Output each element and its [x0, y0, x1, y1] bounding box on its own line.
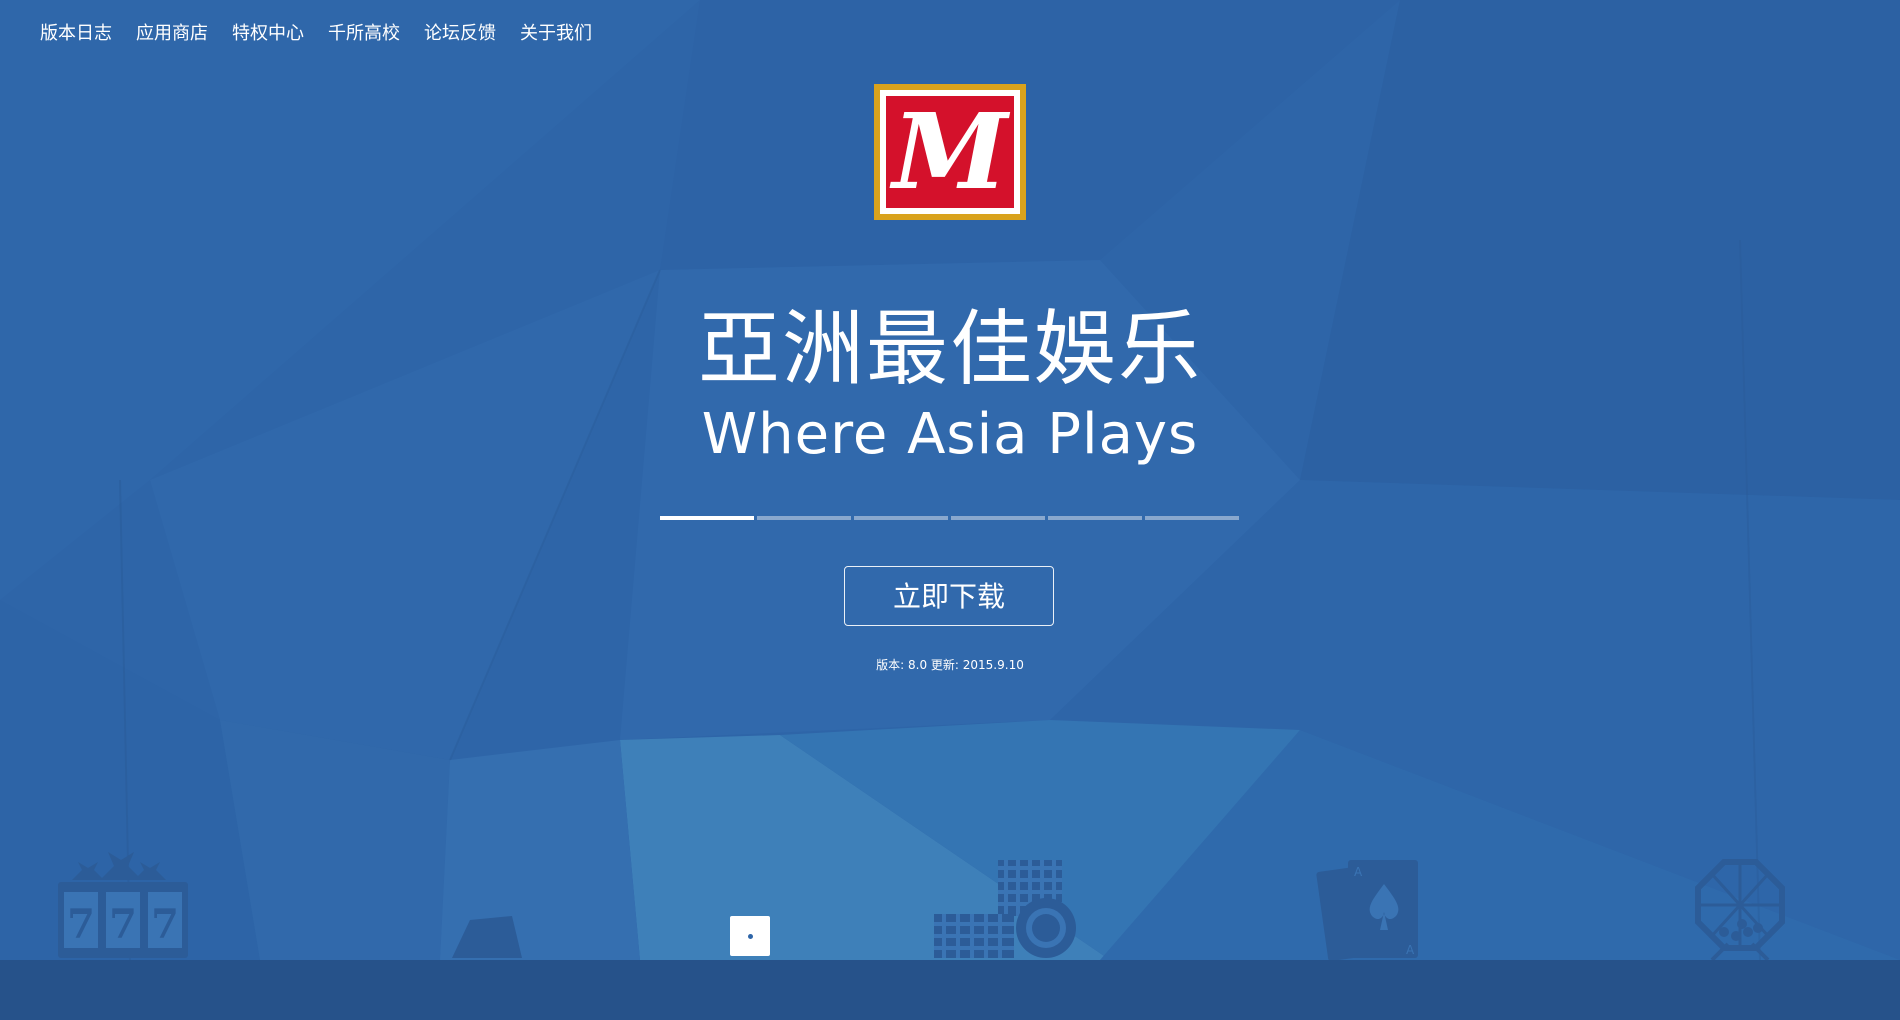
svg-text:7: 7 [67, 901, 95, 948]
carousel-dot-6[interactable] [1145, 516, 1239, 520]
nav-item-universities[interactable]: 千所高校 [316, 20, 412, 48]
version-info: 版本: 8.0 更新: 2015.9.10 [876, 658, 1024, 672]
carousel-indicator [660, 516, 1239, 520]
carousel-dot-1[interactable] [660, 516, 754, 520]
bottom-icons: 7 7 7 A A [58, 852, 1785, 962]
carousel-dot-4[interactable] [951, 516, 1045, 520]
nav-item-forum-feedback[interactable]: 论坛反馈 [412, 20, 508, 48]
download-button[interactable]: 立即下载 [844, 566, 1054, 626]
brand-logo-icon: M [874, 84, 1026, 220]
casino-chips-icon [934, 860, 1076, 958]
carousel-dot-5[interactable] [1048, 516, 1142, 520]
top-nav: 版本日志 应用商店 特权中心 千所高校 论坛反馈 关于我们 [28, 20, 604, 48]
carousel-dot-2[interactable] [757, 516, 851, 520]
hero-title-chinese: 亞洲最佳娛乐 [697, 302, 1202, 397]
svg-text:A: A [1354, 865, 1363, 879]
svg-text:A: A [1406, 943, 1415, 957]
lottery-ball-icon [1695, 859, 1785, 962]
chat-icon[interactable] [730, 916, 770, 956]
svg-text:7: 7 [109, 901, 137, 948]
footer-bar [0, 960, 1900, 1020]
nav-item-changelog[interactable]: 版本日志 [28, 20, 124, 48]
carousel-dot-3[interactable] [854, 516, 948, 520]
nav-item-about-us[interactable]: 关于我们 [508, 20, 604, 48]
nav-item-app-store[interactable]: 应用商店 [124, 20, 220, 48]
svg-text:M: M [889, 90, 1010, 213]
nav-item-privilege-center[interactable]: 特权中心 [220, 20, 316, 48]
playing-cards-icon: A A [1316, 860, 1418, 962]
hero-title-english: Where Asia Plays [701, 402, 1199, 467]
hero-headline: 亞洲最佳娛乐 Where Asia Plays [0, 300, 1900, 470]
svg-text:7: 7 [151, 901, 179, 948]
slot-machine-icon: 7 7 7 [58, 852, 188, 958]
card-shoe-icon [452, 916, 522, 958]
